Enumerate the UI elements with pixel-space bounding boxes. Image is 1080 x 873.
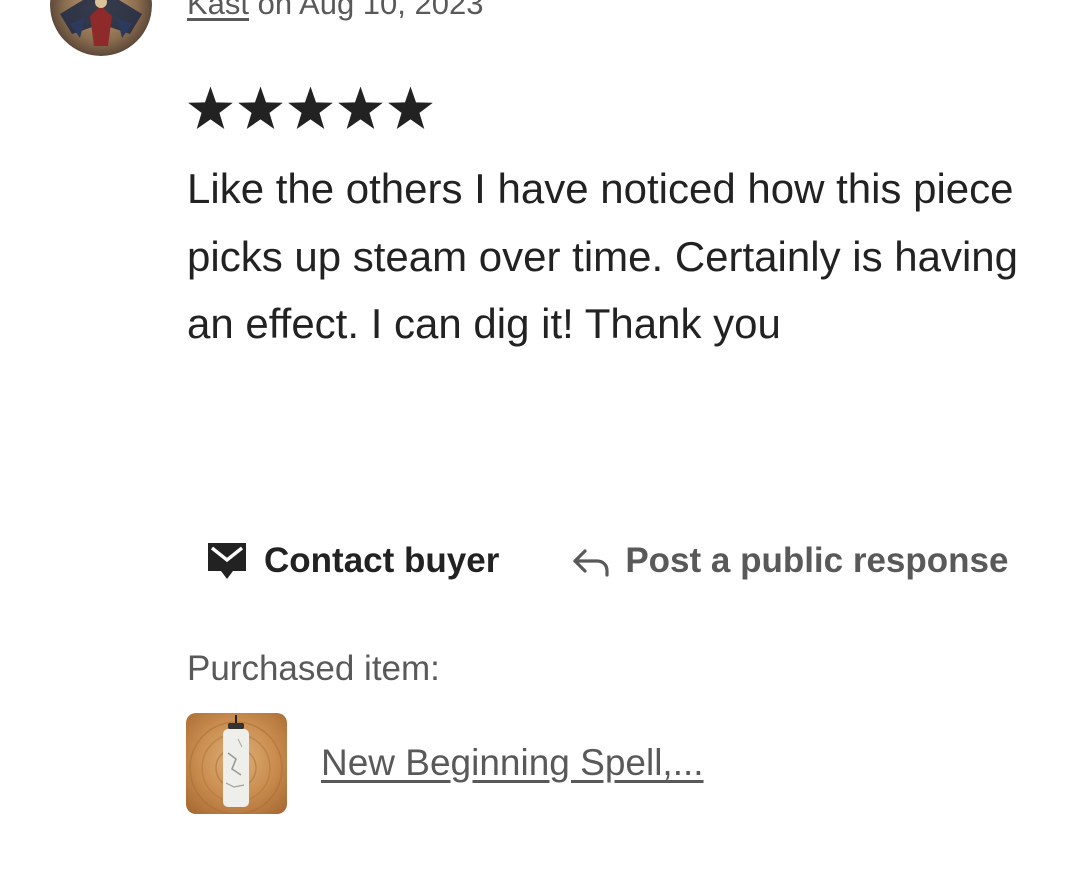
star-filled-icon xyxy=(388,86,433,130)
post-public-response-button[interactable]: Post a public response xyxy=(571,541,1008,581)
star-rating xyxy=(186,84,435,134)
contact-buyer-button[interactable]: Contact buyer xyxy=(206,541,499,581)
review-text: Like the others I have noticed how this … xyxy=(187,165,1018,347)
purchased-item-label: Purchased item: xyxy=(187,649,440,688)
post-public-response-label: Post a public response xyxy=(625,541,1009,580)
mail-icon xyxy=(206,541,248,581)
avatar-image xyxy=(50,0,152,56)
review-actions: Contact buyer Post a public response xyxy=(206,536,1008,586)
reviewer-line: Kast on Aug 10, 2023 xyxy=(187,0,483,24)
star-filled-icon xyxy=(188,86,233,130)
review-date: on Aug 10, 2023 xyxy=(249,0,484,21)
reply-arrow-icon xyxy=(571,545,611,577)
contact-buyer-label: Contact buyer xyxy=(264,541,500,580)
review-card: Kast on Aug 10, 2023 Like the others I h… xyxy=(0,0,1080,873)
purchased-item-thumbnail[interactable] xyxy=(186,713,287,814)
reviewer-name-link[interactable]: Kast xyxy=(187,0,249,21)
star-filled-icon xyxy=(288,86,333,130)
star-filled-icon xyxy=(338,86,383,130)
star-filled-icon xyxy=(238,86,283,130)
reviewer-avatar[interactable] xyxy=(50,0,152,56)
pendant-thumbnail-image xyxy=(186,713,287,814)
purchased-item-link[interactable]: New Beginning Spell,... xyxy=(321,740,704,786)
